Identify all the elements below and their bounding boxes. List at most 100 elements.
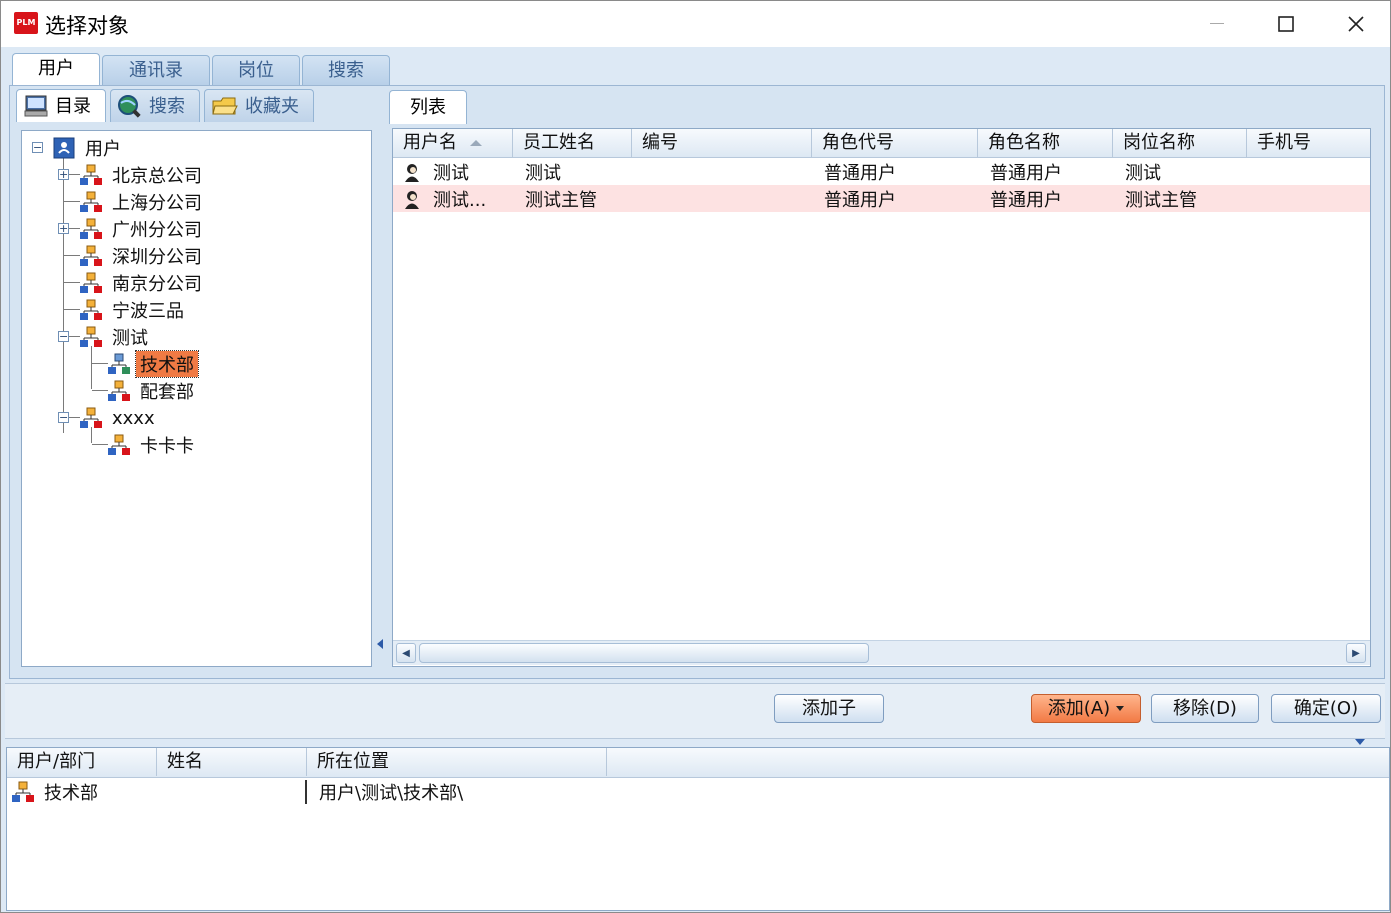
column-header-position-name[interactable]: 岗位名称 [1113, 129, 1247, 157]
tab-list[interactable]: 列表 [389, 90, 467, 124]
dropdown-arrow-icon [1116, 706, 1125, 711]
computer-icon [24, 95, 48, 117]
tree-node-label: 北京总公司 [112, 166, 202, 187]
scrollbar-thumb[interactable] [419, 643, 869, 663]
tab-search[interactable]: 搜索 [302, 55, 390, 86]
tree-node-nanjing[interactable]: 南京分公司 [80, 270, 206, 296]
splitter-arrow-icon[interactable] [376, 639, 384, 649]
collapse-arrow-icon[interactable] [1355, 739, 1365, 745]
subtab-search[interactable]: 搜索 [110, 89, 200, 122]
tree-node-test[interactable]: 测试 [80, 324, 152, 350]
tree-node-label: 上海分公司 [112, 193, 202, 214]
maximize-button[interactable] [1263, 5, 1309, 43]
tree-node-label: 用户 [85, 139, 121, 160]
cell-role-name: 普通用户 [990, 189, 1062, 211]
cell-employee-name: 测试主管 [525, 189, 597, 211]
tree-node-root[interactable]: 用户 [53, 135, 125, 161]
tree-expander-guangzhou[interactable]: + [58, 223, 69, 234]
cell-position-name: 测试 [1125, 162, 1161, 184]
list-item[interactable]: 技术部 用户\测试\技术部\ [7, 778, 1389, 805]
tree-node-xxxx[interactable]: xxxx [80, 405, 159, 431]
column-header-user-dept[interactable]: 用户/部门 [7, 748, 157, 776]
column-header-location[interactable]: 所在位置 [307, 748, 607, 776]
tree-node-label: 广州分公司 [112, 220, 202, 241]
selected-items-list: 用户/部门 姓名 所在位置 技术部 用户\测试\技术部\ [6, 747, 1390, 911]
cell-role-name: 普通用户 [990, 162, 1062, 184]
tree-node-shenzhen[interactable]: 深圳分公司 [80, 243, 206, 269]
tree-node-label: 南京分公司 [112, 274, 202, 295]
tree-node-label: 测试 [112, 328, 148, 349]
add-child-button[interactable]: 添加子 [774, 694, 884, 723]
ok-button[interactable]: 确定(O) [1271, 694, 1381, 723]
table-row[interactable]: 测试... 测试主管 普通用户 普通用户 测试主管 [393, 185, 1370, 212]
selected-grid-header: 用户/部门 姓名 所在位置 [7, 748, 1389, 778]
horizontal-scrollbar[interactable]: ◀ ▶ [393, 640, 1370, 665]
tree-node-shanghai[interactable]: 上海分公司 [80, 189, 206, 215]
scroll-left-icon[interactable]: ◀ [396, 643, 416, 663]
folder-favorites-icon [212, 97, 238, 115]
globe-search-icon [118, 95, 141, 118]
column-header-role-code[interactable]: 角色代号 [812, 129, 978, 157]
tab-positions[interactable]: 岗位 [212, 55, 300, 86]
cell-user-dept: 技术部 [44, 782, 98, 804]
cell-location: 用户\测试\技术部\ [319, 782, 464, 804]
table-row[interactable]: 测试 测试 普通用户 普通用户 测试 [393, 158, 1370, 185]
remove-button[interactable]: 移除(D) [1151, 694, 1259, 723]
org-unit-icon [80, 407, 102, 428]
close-button[interactable] [1333, 5, 1379, 43]
column-header-employee-name[interactable]: 员工姓名 [513, 129, 632, 157]
tree-node-label: xxxx [112, 407, 155, 429]
column-header-mobile[interactable]: 手机号 [1247, 129, 1370, 157]
tree-node-guangzhou[interactable]: 广州分公司 [80, 216, 206, 242]
cell-role-code: 普通用户 [824, 162, 896, 184]
tab-contacts[interactable]: 通讯录 [102, 55, 210, 86]
tree-node-supporting-dept[interactable]: 配套部 [108, 378, 198, 404]
subtab-directory-label: 目录 [55, 95, 91, 117]
org-unit-icon [108, 353, 130, 374]
tree-expander-root[interactable]: − [32, 142, 43, 153]
user-icon [405, 190, 419, 209]
close-icon [1348, 16, 1364, 32]
tree-node-label: 深圳分公司 [112, 247, 202, 268]
tree-node-kakaka[interactable]: 卡卡卡 [108, 432, 198, 458]
tree-node-label-selected: 技术部 [135, 350, 199, 378]
tab-users[interactable]: 用户 [12, 53, 100, 86]
window-title: 选择对象 [45, 14, 129, 38]
sort-asc-icon [470, 140, 482, 146]
tree-node-ningbo[interactable]: 宁波三品 [80, 297, 188, 323]
subtab-favorites[interactable]: 收藏夹 [204, 89, 314, 122]
tree-expander-xxxx[interactable]: − [58, 412, 69, 423]
minimize-button[interactable] [1194, 5, 1240, 43]
org-unit-icon [80, 299, 102, 320]
tree-expander-test[interactable]: − [58, 331, 69, 342]
subtab-search-label: 搜索 [149, 95, 185, 117]
org-unit-icon [108, 380, 130, 401]
tree-node-tech-dept[interactable]: 技术部 [108, 350, 199, 378]
org-unit-icon [80, 218, 102, 239]
org-unit-icon [12, 781, 34, 802]
column-header-role-name[interactable]: 角色名称 [978, 129, 1113, 157]
cell-position-name: 测试主管 [1125, 189, 1197, 211]
column-header-username[interactable]: 用户名 [393, 129, 513, 157]
scroll-right-icon[interactable]: ▶ [1346, 643, 1366, 663]
user-list-grid: 用户名 员工姓名 编号 角色代号 角色名称 岗位名称 手机号 测试 测试 普通用… [392, 128, 1371, 667]
add-button[interactable]: 添加(A) [1031, 694, 1141, 723]
subtab-directory[interactable]: 目录 [16, 89, 106, 122]
maximize-icon [1278, 16, 1294, 32]
column-header-name[interactable]: 姓名 [157, 748, 307, 776]
cell-role-code: 普通用户 [824, 189, 896, 211]
cell-username: 测试... [433, 189, 487, 211]
cell-username: 测试 [433, 162, 469, 184]
column-header-number[interactable]: 编号 [632, 129, 812, 157]
user-icon [405, 163, 419, 182]
cell-person-name [157, 779, 307, 804]
tree-node-label: 卡卡卡 [140, 436, 194, 457]
tree-node-label: 配套部 [140, 382, 194, 403]
cell-employee-name: 测试 [525, 162, 561, 184]
org-unit-icon [80, 245, 102, 266]
tree-node-beijing[interactable]: 北京总公司 [80, 162, 206, 188]
tree-expander-beijing[interactable]: + [58, 169, 69, 180]
subtab-favorites-label: 收藏夹 [245, 95, 299, 117]
tree-node-label: 宁波三品 [112, 301, 184, 322]
dialog-window: PLM 选择对象 用户 通讯录 岗位 搜索 目录 搜索 收藏夹 − 用户 + 北… [0, 0, 1391, 913]
